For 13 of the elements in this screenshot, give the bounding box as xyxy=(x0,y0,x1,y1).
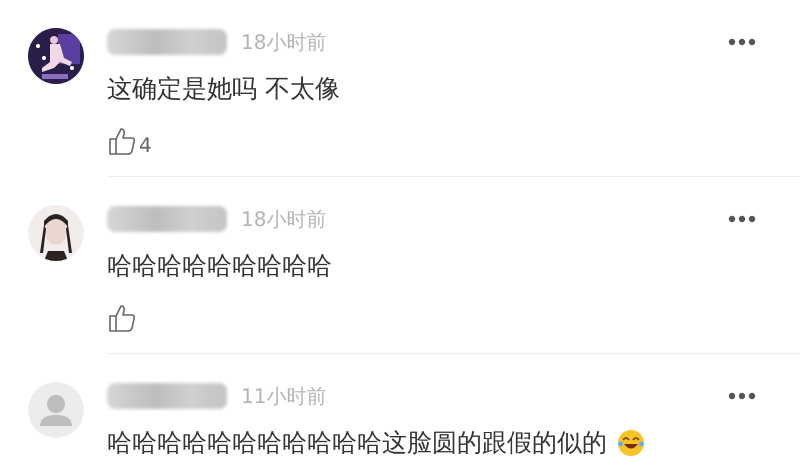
comment-text: 哈哈哈哈哈哈哈哈哈 xyxy=(107,250,332,282)
more-icon[interactable] xyxy=(728,215,756,223)
timestamp: 18小时前 xyxy=(241,28,326,56)
like-count: 4 xyxy=(139,134,152,156)
timestamp: 18小时前 xyxy=(241,206,326,232)
like-icon[interactable] xyxy=(107,303,137,333)
comment-text: 哈哈哈哈哈哈哈哈哈哈哈这脸圆的跟假的似的 xyxy=(107,427,607,459)
more-icon[interactable] xyxy=(728,38,756,46)
more-icon[interactable] xyxy=(728,392,756,400)
like-icon[interactable] xyxy=(107,126,137,156)
comment-text: 这确定是她吗 不太像 xyxy=(107,73,340,105)
timestamp: 11小时前 xyxy=(241,382,326,410)
laughing-emoji-icon xyxy=(617,429,645,457)
